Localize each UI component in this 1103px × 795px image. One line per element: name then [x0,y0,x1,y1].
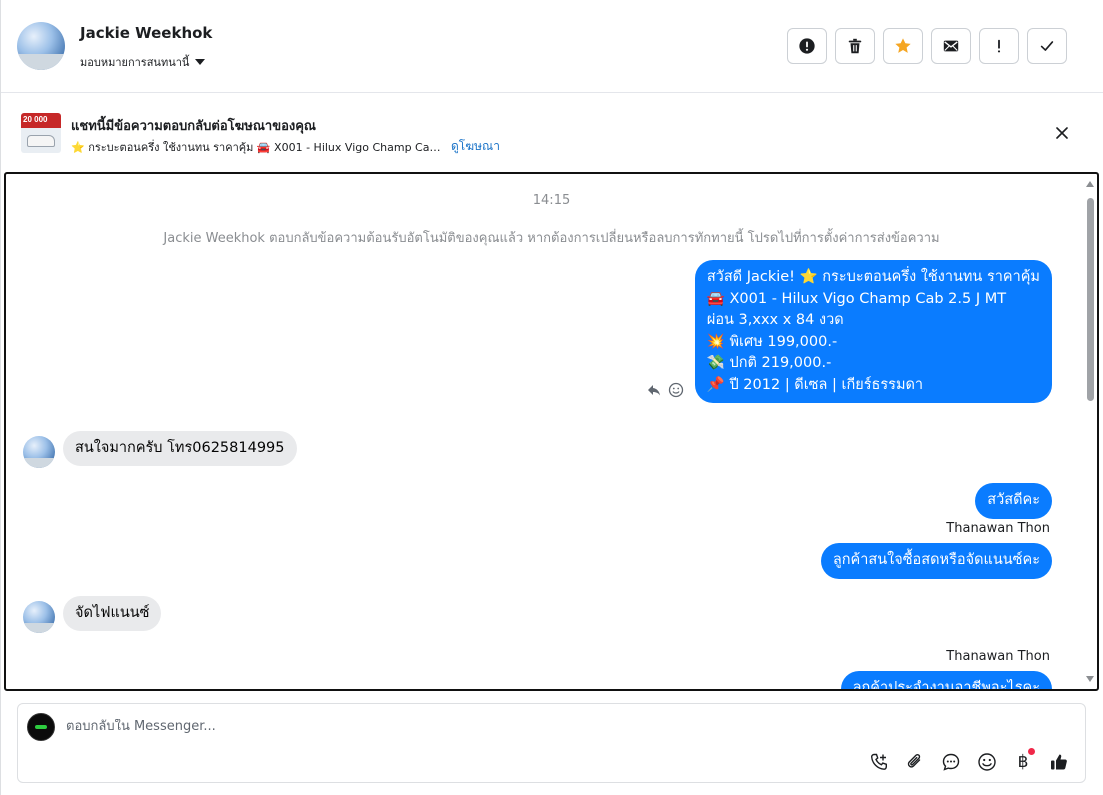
saved-reply-button[interactable] [939,750,963,774]
like-button[interactable] [1047,750,1071,774]
welcome-line: 💸 ปกติ 219,000.- [706,355,832,371]
welcome-line: สวัสดี Jackie! ⭐ กระบะตอนครึ่ง ใช้งานทน … [706,269,1040,285]
pickup-truck-image [27,135,55,147]
attachment-icon [907,754,921,768]
emoji-button[interactable] [975,750,999,774]
welcome-message-bubble[interactable]: สวัสดี Jackie! ⭐ กระบะตอนครึ่ง ใช้งานทน … [694,260,1052,403]
outgoing-message-bubble[interactable]: ลูกค้าประจำงานอาชีพอะไรคะ [840,671,1052,689]
alert-circle-icon [799,38,815,54]
star-icon [895,38,911,53]
incoming-message-bubble[interactable]: จัดไฟแนนซ์ [63,596,162,631]
trash-icon [848,38,862,54]
notification-dot [1028,748,1035,755]
ad-banner-subline: ⭐ กระบะตอนครึ่ง ใช้งานทน ราคาคุ้ม 🚘 X001… [71,137,500,156]
message-composer: ฿ [17,703,1086,783]
welcome-line: 🚘 X001 - Hilux Vigo Champ Cab 2.5 J MT [706,290,1007,307]
message-hover-tools [646,382,684,398]
payment-button[interactable]: ฿ [1011,748,1035,774]
baht-payment-icon: ฿ [1017,752,1029,772]
reply-icon[interactable] [646,382,662,398]
contact-name[interactable]: Jackie Weekhok [80,24,212,42]
attach-button[interactable] [903,750,927,774]
contact-avatar-small[interactable] [23,436,55,468]
emoji-icon [978,753,996,771]
outgoing-message-bubble[interactable]: ลูกค้าสนใจซื้อสดหรือจัดแนนซ์คะ [820,543,1052,579]
reply-input[interactable] [66,719,866,734]
welcome-line: 💥 พิเศษ 199,000.- [706,333,838,350]
ad-thumbnail[interactable]: 20 000 [21,113,61,153]
message-thread[interactable]: 14:15 Jackie Weekhok ตอบกลับข้อความต้อนร… [4,172,1099,691]
welcome-line: 📌 ปี 2012 | ดีเซล | เกียร์ธรรมดา [706,376,924,393]
ad-reply-banner: 20 000 แชทนี้มีข้อความตอบกลับต่อโฆษณาของ… [1,94,1103,172]
caret-down-icon [195,59,206,65]
scroll-up-arrow-icon[interactable] [1086,181,1094,187]
star-button[interactable] [883,28,923,64]
envelope-icon [943,40,959,52]
call-icon [871,753,887,770]
contact-avatar-small[interactable] [23,601,55,633]
report-button[interactable] [787,28,827,64]
important-button[interactable] [979,28,1019,64]
incoming-message-bubble[interactable]: สนใจมากครับ โทร0625814995 [63,431,297,466]
messenger-inbox-view: Jackie Weekhok มอบหมายการสนทนานี้ 20 000… [0,0,1103,795]
assign-conversation-dropdown[interactable]: มอบหมายการสนทนานี้ [80,53,206,71]
conversation-header: Jackie Weekhok มอบหมายการสนทนานี้ [1,0,1103,93]
saved-reply-icon [942,753,960,771]
welcome-line: ผ่อน 3,xxx x 84 งวด [706,312,844,328]
thread-scrollbar[interactable] [1084,178,1096,685]
mark-done-button[interactable] [1027,28,1067,64]
header-actions [787,28,1067,64]
view-ad-link[interactable]: ดูโฆษณา [451,137,500,156]
exclamation-icon [997,39,1001,53]
scroll-thumb[interactable] [1087,198,1094,401]
sender-name: Thanawan Thon [946,521,1050,536]
contact-avatar[interactable] [17,22,65,70]
like-icon [1051,754,1067,770]
delete-button[interactable] [835,28,875,64]
scroll-down-arrow-icon[interactable] [1086,676,1094,682]
mark-unread-button[interactable] [931,28,971,64]
message-timestamp: 14:15 [532,193,571,208]
outgoing-message-bubble[interactable]: สวัสดีคะ [975,483,1052,519]
close-icon[interactable] [1053,124,1071,142]
system-note: Jackie Weekhok ตอบกลับข้อความต้อนรับอัตโ… [163,231,940,246]
ad-snippet: ⭐ กระบะตอนครึ่ง ใช้งานทน ราคาคุ้ม 🚘 X001… [71,140,441,154]
composer-tools: ฿ [867,748,1071,774]
sender-name: Thanawan Thon [946,649,1050,664]
check-icon [1040,41,1054,51]
page-avatar [27,713,55,741]
call-button[interactable] [867,750,891,774]
ad-banner-title: แชทนี้มีข้อความตอบกลับต่อโฆษณาของคุณ [71,119,316,134]
assign-label: มอบหมายการสนทนานี้ [80,56,190,69]
ad-thumbnail-price: 20 000 [23,115,48,124]
react-emoji-icon[interactable] [668,382,684,398]
